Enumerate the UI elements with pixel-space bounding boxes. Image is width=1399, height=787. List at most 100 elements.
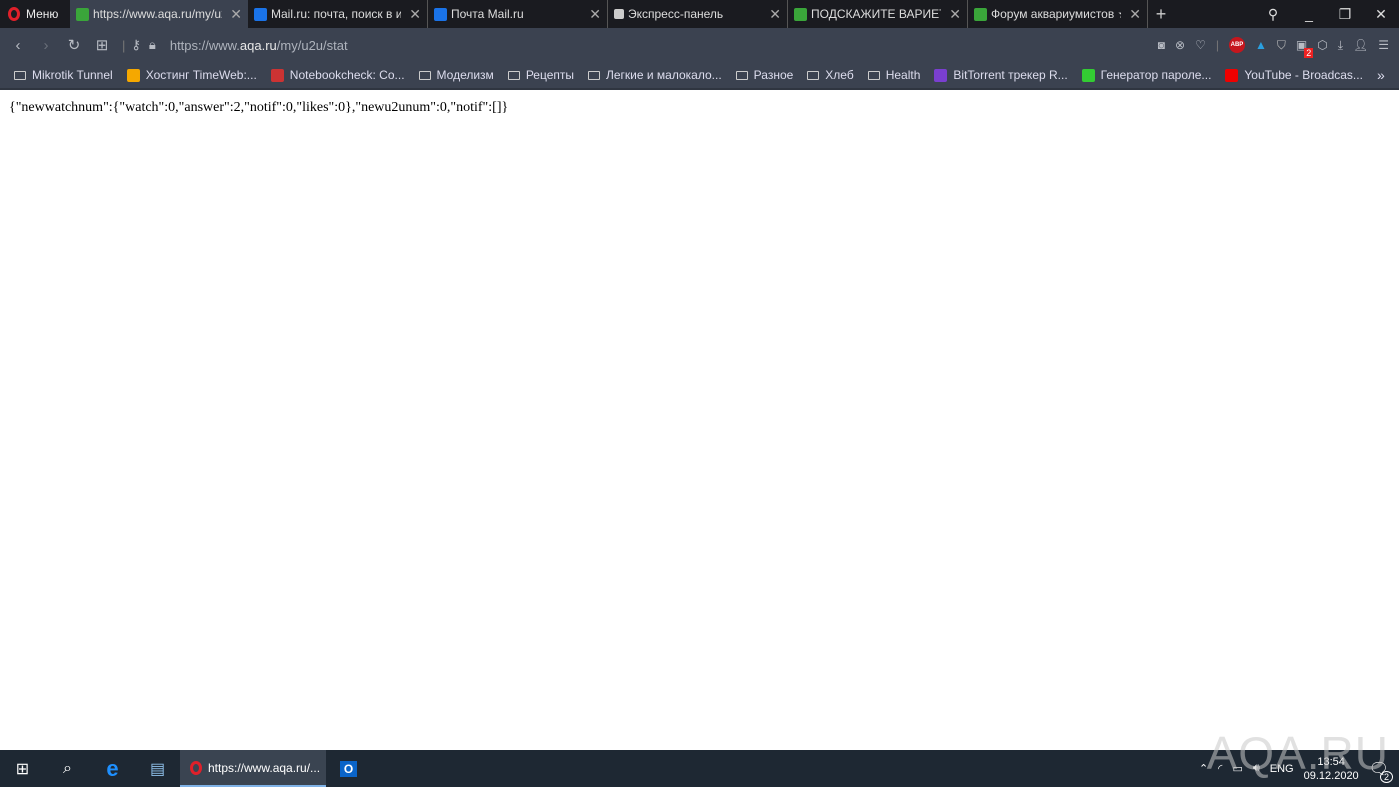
close-tab-icon[interactable]: ✕ — [230, 6, 242, 23]
url-field[interactable]: https://www.aqa.ru/my/u2u/stat — [170, 38, 348, 53]
taskbar-opera-app[interactable]: https://www.aqa.ru/... — [180, 750, 326, 787]
bookmark-label: Health — [885, 68, 921, 82]
tab-title: Форум аквариумистов ★ — [991, 7, 1122, 21]
restore-button[interactable]: ❐ — [1327, 6, 1363, 23]
tab[interactable]: Экспресс-панель ✕ — [608, 0, 788, 28]
shield-check-icon[interactable]: ⛉ — [1277, 38, 1286, 53]
bell-extension-icon[interactable]: ▲ — [1255, 38, 1267, 52]
close-tab-icon[interactable]: ✕ — [769, 6, 781, 23]
close-tab-icon[interactable]: ✕ — [409, 6, 421, 23]
new-tab-button[interactable]: + — [1148, 4, 1174, 25]
page-content: {"newwatchnum":{"watch":0,"answer":2,"no… — [0, 92, 1399, 750]
tab-bar: Меню https://www.aqa.ru/my/u2u/stat ✕ Mai… — [0, 0, 1399, 28]
outlook-icon[interactable]: O — [326, 750, 371, 787]
minimize-button[interactable]: _ — [1291, 6, 1327, 23]
aqa-fish-icon — [794, 7, 807, 21]
json-response-text: {"newwatchnum":{"watch":0,"answer":2,"no… — [9, 100, 509, 115]
tab[interactable]: Почта Mail.ru ✕ — [428, 0, 608, 28]
bookmark-item[interactable]: Хлеб — [807, 68, 854, 82]
folder-icon — [418, 70, 431, 80]
close-tab-icon[interactable]: ✕ — [1129, 6, 1141, 23]
bookmark-label: Генератор пароле... — [1100, 68, 1212, 82]
bookmark-label: Mikrotik Tunnel — [32, 68, 113, 82]
bookmark-label: Моделизм — [436, 68, 494, 82]
menu-label: Меню — [26, 7, 59, 21]
tab-title: https://www.aqa.ru/my/u2u/stat — [93, 7, 222, 21]
bookmark-item[interactable]: Рецепты — [507, 68, 574, 82]
close-window-button[interactable]: ✕ — [1363, 6, 1399, 23]
lock-icon[interactable]: 🔒︎ — [149, 37, 156, 53]
bookmark-label: BitTorrent трекер R... — [953, 68, 1068, 82]
bookmark-item[interactable]: Легкие и малокало... — [588, 68, 722, 82]
download-icon[interactable]: ⤓ — [1338, 38, 1343, 53]
bookmark-item[interactable]: YouTube - Broadcas... — [1225, 68, 1363, 82]
tab[interactable]: https://www.aqa.ru/my/u2u/stat ✕ — [70, 0, 248, 28]
url-prefix: https://www. — [169, 37, 240, 53]
rutracker-icon — [934, 68, 948, 82]
bookmark-item[interactable]: BitTorrent трекер R... — [934, 68, 1068, 82]
bookmark-label: Разное — [753, 68, 794, 82]
url-domain: aqa.ru — [239, 37, 277, 53]
folder-icon — [588, 70, 600, 80]
folder-icon — [735, 70, 748, 80]
back-button[interactable]: ‹ — [4, 37, 32, 54]
tab[interactable]: Mail.ru: почта, поиск в интернете ✕ — [248, 0, 428, 28]
close-tab-icon[interactable]: ✕ — [949, 6, 961, 23]
more-bookmarks-icon[interactable]: » — [1377, 67, 1385, 83]
mail-envelope-icon — [434, 7, 447, 21]
snapshot-icon[interactable]: ◙ — [1158, 38, 1165, 52]
heart-icon[interactable]: ♡ — [1195, 38, 1206, 52]
taskbar: ⊞ ⌕ e ▤ https://www.aqa.ru/... O ⌃ ◜ ▭ 🔊… — [0, 750, 1399, 787]
reload-button[interactable]: ↻ — [60, 36, 88, 54]
taskbar-app-label: https://www.aqa.ru/... — [208, 760, 321, 775]
opera-logo-icon — [8, 7, 20, 21]
tab[interactable]: ПОДСКАЖИТЕ ВАРИЕТЕТ ✕ — [788, 0, 968, 28]
close-tab-icon[interactable]: ✕ — [589, 6, 601, 23]
abp-icon[interactable]: ABP — [1228, 37, 1245, 53]
notification-badge: 2 — [1304, 48, 1314, 58]
opera-logo-icon — [190, 760, 202, 775]
url-path: /my/u2u/stat — [276, 37, 348, 53]
bookmark-label: Notebookcheck: Co... — [289, 68, 405, 82]
divider: | — [1215, 38, 1219, 52]
bookmark-item[interactable]: Хостинг TimeWeb:... — [126, 68, 257, 82]
tab-title: Почта Mail.ru — [451, 7, 524, 21]
cube-icon[interactable]: ⬡ — [1317, 38, 1327, 52]
search-icon[interactable]: ⌕ — [45, 750, 90, 787]
password-generator-icon — [1081, 68, 1095, 82]
bookmark-label: Хлеб — [825, 68, 854, 82]
key-icon[interactable]: ⚷ — [131, 37, 141, 53]
bookmark-item[interactable]: Health — [867, 68, 921, 82]
bookmark-item[interactable]: Моделизм — [418, 68, 494, 82]
timeweb-icon — [126, 68, 140, 82]
folder-icon — [807, 70, 820, 80]
opera-menu-button[interactable]: Меню — [0, 0, 70, 28]
adblock-shield-icon[interactable]: ⊗ — [1175, 38, 1185, 52]
edge-icon[interactable]: e — [90, 750, 135, 787]
account-icon[interactable]: 👤︎ — [1353, 38, 1368, 52]
forward-button[interactable]: › — [32, 37, 60, 54]
bookmark-label: Хостинг TimeWeb:... — [145, 68, 257, 82]
bookmark-label: YouTube - Broadcas... — [1244, 68, 1363, 82]
folder-icon — [867, 70, 880, 80]
bookmarks-bar: Mikrotik Tunnel Хостинг TimeWeb:... Notebo… — [0, 62, 1399, 90]
extension-icon[interactable]: ▣ 2 — [1296, 38, 1314, 58]
bookmark-item[interactable]: Генератор пароле... — [1081, 68, 1212, 82]
aqa-fish-icon — [76, 7, 89, 21]
mailru-icon — [254, 7, 267, 21]
tab-title: Экспресс-панель — [628, 7, 724, 21]
search-tabs-icon[interactable]: ⚲ — [1255, 6, 1291, 23]
bookmark-label: Рецепты — [525, 68, 574, 82]
easy-setup-icon[interactable]: ☰ — [1378, 38, 1389, 52]
tab[interactable]: Форум аквариумистов ★ ✕ — [968, 0, 1148, 28]
bookmark-item[interactable]: Mikrotik Tunnel — [14, 68, 113, 82]
windows-start-icon[interactable]: ⊞ — [0, 750, 45, 787]
folder-icon — [14, 70, 26, 80]
divider: | — [122, 37, 126, 53]
tab-title: Mail.ru: почта, поиск в интернете — [271, 7, 401, 21]
explorer-icon[interactable]: ▤ — [135, 750, 180, 787]
address-bar: ‹ › ↻ ⊞ | ⚷ 🔒︎ https://www.aqa.ru/my/u2u… — [0, 28, 1399, 62]
tabs-grid-icon[interactable]: ⊞ — [88, 36, 116, 54]
bookmark-item[interactable]: Notebookcheck: Co... — [270, 68, 405, 82]
bookmark-item[interactable]: Разное — [735, 68, 794, 82]
